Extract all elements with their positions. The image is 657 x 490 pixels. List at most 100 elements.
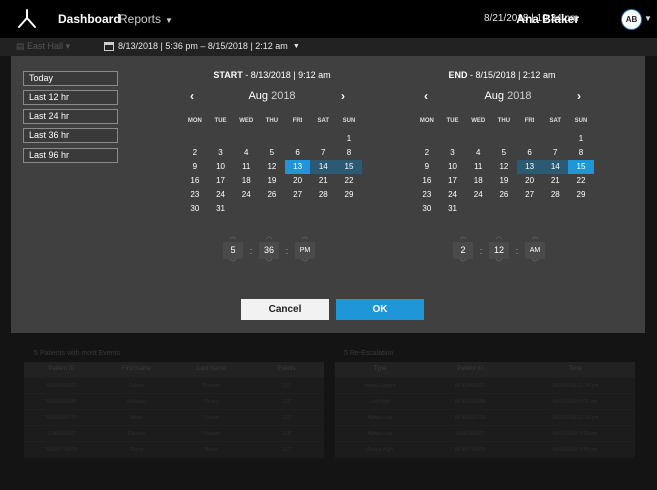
end-day-cell[interactable]: 27 <box>517 188 543 202</box>
start-day-cell[interactable]: 23 <box>182 188 208 202</box>
location-selector[interactable]: ▤ East Hall ▾ <box>16 41 70 52</box>
start-hour[interactable]: 5 <box>223 242 243 259</box>
chevron-down-icon[interactable]: ﹀ <box>496 259 503 269</box>
end-day-cell[interactable]: 26 <box>491 188 517 202</box>
end-day-cell[interactable]: 14 <box>542 160 569 174</box>
chevron-down-icon[interactable]: ﹀ <box>266 259 273 269</box>
end-day-cell[interactable]: 29 <box>568 188 594 202</box>
start-day-cell[interactable]: 17 <box>208 174 234 188</box>
end-day-cell[interactable]: 19 <box>491 174 517 188</box>
start-day-cell[interactable]: 2 <box>182 146 208 160</box>
quick-range-36hr[interactable]: Last 36 hr <box>23 128 118 143</box>
start-day-cell[interactable]: 30 <box>182 202 208 216</box>
chevron-down-icon[interactable]: ▼ <box>644 14 652 23</box>
end-day-cell[interactable]: 30 <box>414 202 440 216</box>
end-day-cell[interactable]: 23 <box>414 188 440 202</box>
chevron-up-icon[interactable]: ︿ <box>496 232 503 242</box>
end-day-cell[interactable]: 18 <box>465 174 491 188</box>
start-next-month-button[interactable]: › <box>341 89 345 103</box>
start-day-cell[interactable]: 14 <box>310 160 337 174</box>
end-day-cell[interactable]: 10 <box>440 160 466 174</box>
end-day-cell[interactable]: 8 <box>568 146 594 160</box>
end-day-cell[interactable]: 1 <box>568 132 594 146</box>
start-day-cell[interactable]: 24 <box>208 188 234 202</box>
start-day-cell[interactable]: 24 <box>233 188 259 202</box>
logo-icon[interactable] <box>16 8 38 30</box>
column-header: Patient ID <box>48 366 75 372</box>
start-ampm[interactable]: PM <box>295 242 315 259</box>
quick-range-24hr[interactable]: Last 24 hr <box>23 109 118 124</box>
end-day-cell[interactable]: 20 <box>517 174 543 188</box>
end-day-cell[interactable]: 9 <box>414 160 440 174</box>
end-day-cell[interactable]: 13 <box>516 160 543 174</box>
start-day-cell[interactable]: 10 <box>208 160 234 174</box>
ok-button[interactable]: OK <box>336 299 424 320</box>
end-day-cell[interactable]: 7 <box>542 146 568 160</box>
start-day-cell[interactable]: 31 <box>208 202 234 216</box>
chevron-down-icon[interactable]: ﹀ <box>230 259 237 269</box>
end-day-cell[interactable]: 16 <box>414 174 440 188</box>
start-day-cell[interactable]: 26 <box>259 188 285 202</box>
start-day-cell[interactable]: 28 <box>310 188 336 202</box>
start-prev-month-button[interactable]: ‹ <box>190 89 194 103</box>
end-day-cell[interactable]: 24 <box>465 188 491 202</box>
end-hour[interactable]: 2 <box>453 242 473 259</box>
chevron-down-icon[interactable]: ﹀ <box>532 259 539 269</box>
chevron-down-icon[interactable]: ﹀ <box>460 259 467 269</box>
end-day-cell[interactable]: 24 <box>440 188 466 202</box>
end-next-month-button[interactable]: › <box>577 89 581 103</box>
start-day-cell[interactable]: 5 <box>259 146 285 160</box>
chevron-up-icon[interactable]: ︿ <box>230 232 237 242</box>
cancel-button[interactable]: Cancel <box>241 299 329 320</box>
end-day-cell[interactable]: 4 <box>465 146 491 160</box>
start-day-cell[interactable]: 29 <box>336 188 362 202</box>
end-day-cell[interactable]: 11 <box>465 160 491 174</box>
end-day-cell[interactable]: 6 <box>517 146 543 160</box>
quick-range-12hr[interactable]: Last 12 hr <box>23 90 118 105</box>
start-day-cell[interactable]: 20 <box>285 174 311 188</box>
chevron-up-icon[interactable]: ︿ <box>460 232 467 242</box>
end-day-cell[interactable]: 3 <box>440 146 466 160</box>
start-day-cell[interactable]: 3 <box>208 146 234 160</box>
start-day-cell[interactable]: 22 <box>336 174 362 188</box>
start-day-cell[interactable]: 6 <box>285 146 311 160</box>
avatar[interactable]: AB <box>621 9 642 30</box>
end-prev-month-button[interactable]: ‹ <box>424 89 428 103</box>
start-day-cell[interactable]: 21 <box>310 174 336 188</box>
start-day-cell[interactable]: 4 <box>233 146 259 160</box>
end-day-cell[interactable]: 22 <box>568 174 594 188</box>
start-day-cell[interactable]: 16 <box>182 174 208 188</box>
start-day-cell[interactable]: 1 <box>336 132 362 146</box>
end-day-cell[interactable]: 28 <box>542 188 568 202</box>
start-day-cell[interactable]: 19 <box>259 174 285 188</box>
end-day-cell[interactable]: 12 <box>491 160 517 174</box>
start-day-cell[interactable]: 11 <box>233 160 259 174</box>
end-day-cell[interactable]: 15 <box>568 160 594 174</box>
start-day-cell[interactable]: 7 <box>310 146 336 160</box>
end-day-cell[interactable]: 17 <box>440 174 466 188</box>
end-ampm[interactable]: AM <box>525 242 545 259</box>
end-day-cell[interactable]: 2 <box>414 146 440 160</box>
end-day-cell[interactable]: 31 <box>440 202 466 216</box>
nav-dashboard[interactable]: Dashboard <box>58 12 121 26</box>
start-day-cell[interactable]: 13 <box>284 160 311 174</box>
start-day-cell[interactable]: 8 <box>336 146 362 160</box>
chevron-up-icon[interactable]: ︿ <box>532 232 539 242</box>
start-day-cell[interactable]: 27 <box>285 188 311 202</box>
start-day-cell[interactable]: 12 <box>259 160 285 174</box>
date-range-selector[interactable]: 8/13/2018 | 5:36 pm – 8/15/2018 | 2:12 a… <box>104 41 300 51</box>
chevron-down-icon[interactable]: ﹀ <box>302 259 309 269</box>
start-day-cell[interactable]: 18 <box>233 174 259 188</box>
nav-reports[interactable]: Reports ▼ <box>119 12 173 26</box>
start-day-cell[interactable]: 9 <box>182 160 208 174</box>
end-minute[interactable]: 12 <box>489 242 509 259</box>
quick-range-today[interactable]: Today <box>23 71 118 86</box>
quick-range-96hr[interactable]: Last 96 hr <box>23 148 118 163</box>
user-name[interactable]: Ana Blaker <box>516 12 579 26</box>
chevron-up-icon[interactable]: ︿ <box>302 232 309 242</box>
start-day-cell[interactable]: 15 <box>336 160 362 174</box>
chevron-up-icon[interactable]: ︿ <box>266 232 273 242</box>
end-day-cell[interactable]: 5 <box>491 146 517 160</box>
end-day-cell[interactable]: 21 <box>542 174 568 188</box>
start-minute[interactable]: 36 <box>259 242 279 259</box>
